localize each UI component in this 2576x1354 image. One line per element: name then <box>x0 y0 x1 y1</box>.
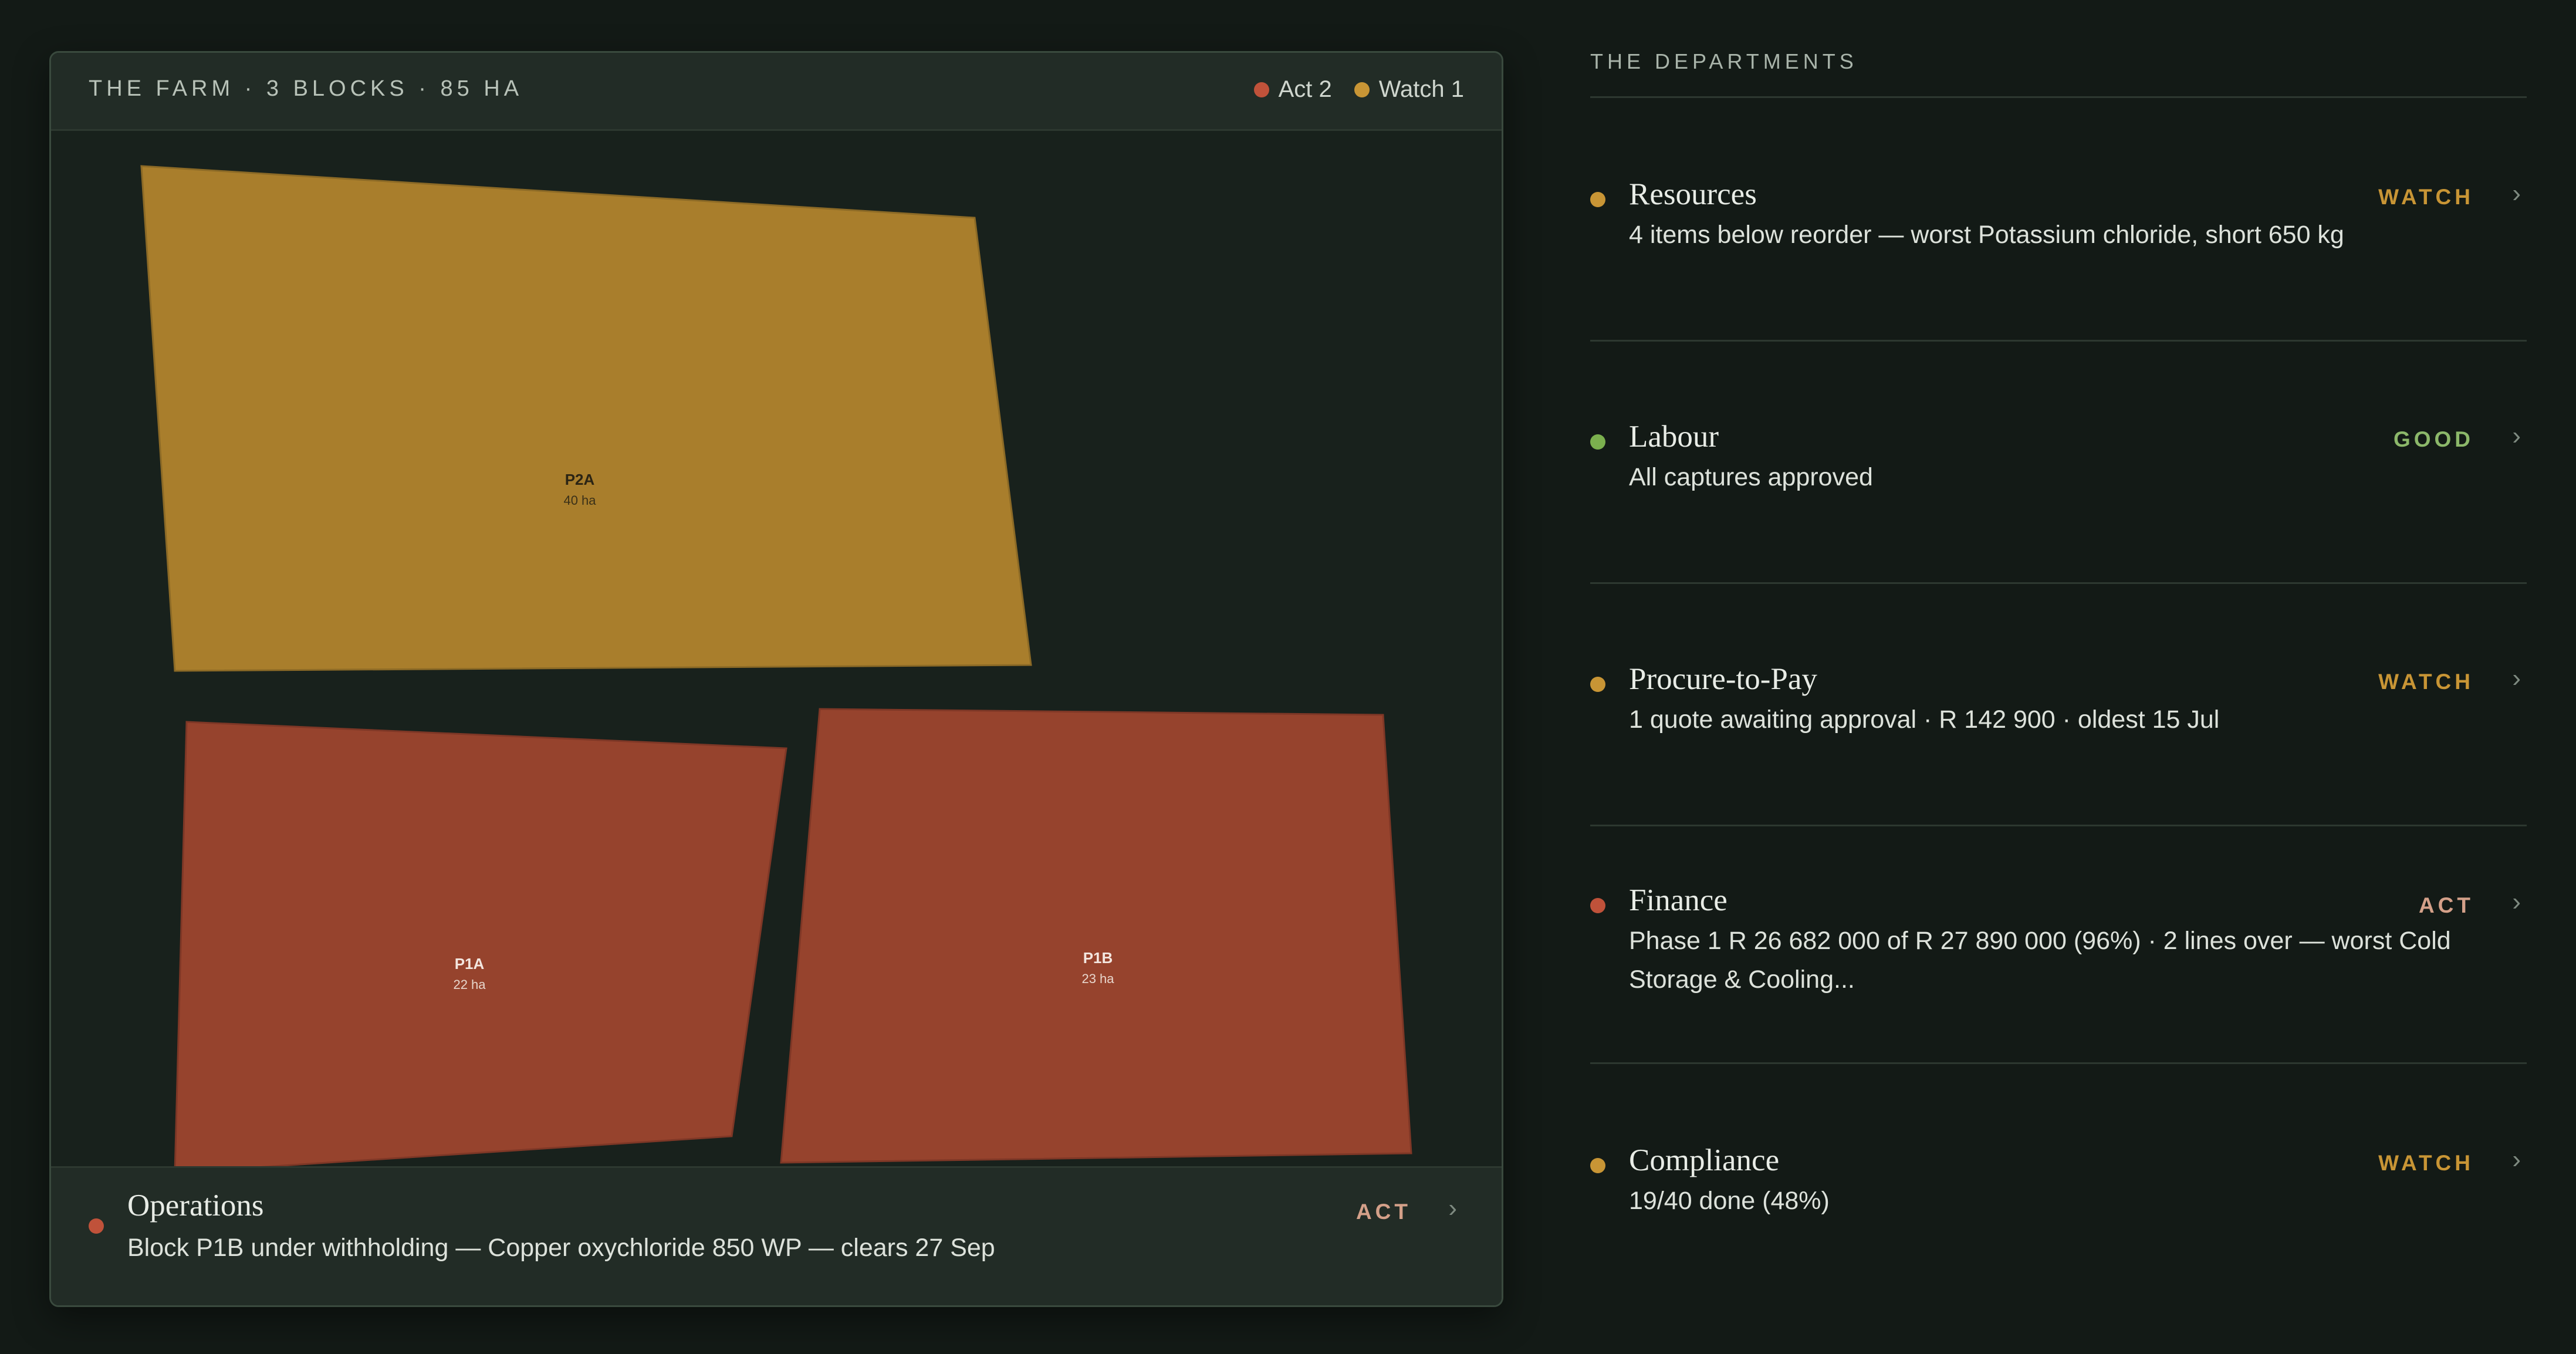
block-p1b[interactable]: P1B 23 ha <box>780 708 1412 1164</box>
chevron-right-icon[interactable]: › <box>2512 179 2521 208</box>
block-p2a-label: P2A <box>565 471 595 488</box>
department-row-procure-to-pay[interactable]: Procure-to-Pay 1 quote awaiting approval… <box>1590 583 2527 826</box>
block-p2a-area: 40 ha <box>563 493 596 508</box>
act-dot-icon <box>89 1218 104 1234</box>
department-row-resources[interactable]: Resources 4 items below reorder — worst … <box>1590 98 2527 342</box>
department-name: Finance <box>1629 883 1728 917</box>
department-description: 1 quote awaiting approval · R 142 900 · … <box>1629 705 2220 734</box>
department-row-finance[interactable]: Finance Phase 1 R 26 682 000 of R 27 890… <box>1590 825 2527 1064</box>
block-p1a-shape[interactable] <box>174 721 787 1170</box>
status-badge: WATCH <box>2378 185 2474 209</box>
departments-title: THE DEPARTMENTS <box>1590 49 1858 73</box>
status-badge: GOOD <box>2393 427 2474 451</box>
legend-act-label: Act 2 <box>1278 76 1332 102</box>
farm-map: P2A 40 ha P1A 22 ha P1B 23 ha <box>140 165 1412 1170</box>
operations-name: Operations <box>127 1188 264 1223</box>
block-p2a-shape[interactable] <box>140 165 1032 672</box>
department-name: Procure-to-Pay <box>1629 662 1817 696</box>
chevron-right-icon[interactable]: › <box>2512 1145 2521 1174</box>
block-p1b-label: P1B <box>1083 949 1113 967</box>
departments-panel: THE DEPARTMENTS Resources 4 items below … <box>1590 0 2527 1354</box>
watch-dot-icon <box>1590 192 1605 207</box>
map-legend: Act 2 Watch 1 <box>1253 76 1464 103</box>
block-p1a-area: 22 ha <box>453 977 486 992</box>
legend-item-act: Act 2 <box>1253 76 1332 103</box>
legend-watch-label: Watch 1 <box>1378 76 1464 102</box>
department-description: 4 items below reorder — worst Potassium … <box>1629 221 2344 249</box>
farm-card-header: THE FARM · 3 BLOCKS · 85 HA Act 2 Watch … <box>51 53 1502 131</box>
department-row-labour[interactable]: Labour All captures approved GOOD › <box>1590 340 2527 584</box>
department-name: Compliance <box>1629 1143 1780 1177</box>
status-badge: ACT <box>2418 893 2474 917</box>
chevron-right-icon[interactable]: › <box>1448 1194 1457 1223</box>
block-p2a[interactable]: P2A 40 ha <box>140 165 1032 672</box>
watch-dot-icon <box>1590 1158 1605 1173</box>
block-p1b-area: 23 ha <box>1081 971 1114 986</box>
operations-row[interactable]: Operations Block P1B under withholding —… <box>51 1166 1502 1305</box>
department-description: Phase 1 R 26 682 000 of R 27 890 000 (96… <box>1629 927 2451 994</box>
legend-item-watch: Watch 1 <box>1354 76 1464 103</box>
department-name: Labour <box>1629 420 1719 454</box>
chevron-right-icon[interactable]: › <box>2512 421 2521 451</box>
act-dot-icon <box>1253 82 1269 97</box>
farm-title: THE FARM · 3 BLOCKS · 85 HA <box>89 76 523 101</box>
watch-dot-icon <box>1354 82 1370 97</box>
department-name: Resources <box>1629 177 1757 211</box>
status-badge: WATCH <box>2378 670 2474 694</box>
operations-status-badge: ACT <box>1355 1200 1411 1224</box>
good-dot-icon <box>1590 434 1605 450</box>
block-p1a-label: P1A <box>455 955 485 973</box>
department-row-compliance[interactable]: Compliance 19/40 done (48%) WATCH › <box>1590 1064 2527 1306</box>
block-p1b-shape[interactable] <box>780 708 1412 1164</box>
operations-description: Block P1B under withholding — Copper oxy… <box>127 1234 995 1262</box>
block-p1a[interactable]: P1A 22 ha <box>174 721 787 1170</box>
watch-dot-icon <box>1590 677 1605 692</box>
department-description: All captures approved <box>1629 463 1873 491</box>
chevron-right-icon[interactable]: › <box>2512 887 2521 917</box>
farm-map-card: THE FARM · 3 BLOCKS · 85 HA Act 2 Watch … <box>49 51 1503 1307</box>
status-badge: WATCH <box>2378 1151 2474 1175</box>
department-description: 19/40 done (48%) <box>1629 1187 1830 1215</box>
chevron-right-icon[interactable]: › <box>2512 664 2521 693</box>
act-dot-icon <box>1590 898 1605 913</box>
